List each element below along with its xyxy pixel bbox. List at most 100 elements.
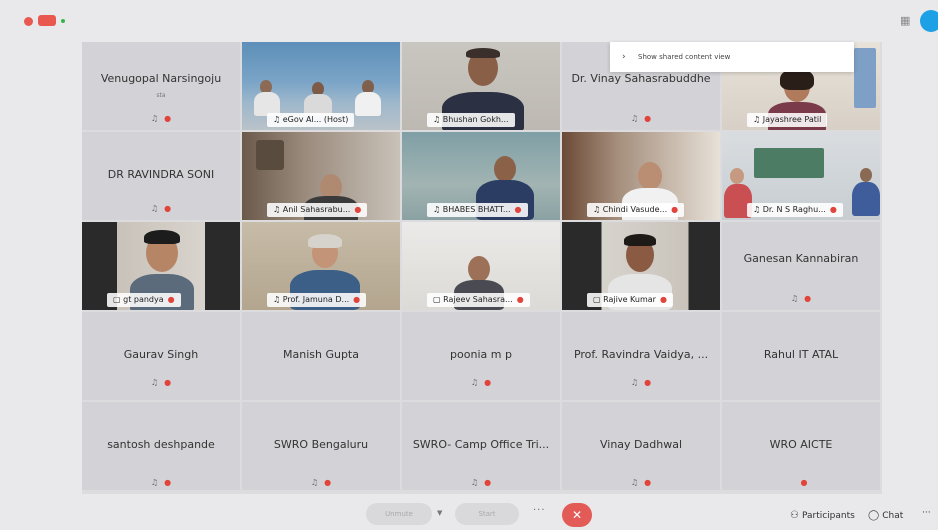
close-icon: ✕ — [571, 508, 583, 522]
participant-tile-ravindra-vaidya[interactable]: Prof. Ravindra Vaidya, ... ♫ ● — [562, 312, 720, 400]
audio-icon: ♫ — [273, 295, 281, 304]
more-options-button[interactable]: ··· — [533, 505, 546, 516]
mic-muted-icon: ● — [353, 295, 361, 304]
mic-muted-icon: ● — [644, 378, 652, 387]
audio-icon: ♫ — [630, 478, 639, 487]
audio-icon: ♫ — [470, 378, 479, 387]
audio-icon: ♫ — [310, 478, 319, 487]
participant-tile-venugopal[interactable]: Venugopal Narsingoju sta ♫ ● — [82, 42, 240, 130]
tile-status-icons: ♫ ● — [722, 294, 880, 303]
start-video-button[interactable]: Start — [455, 503, 519, 525]
layout-button[interactable] — [920, 10, 938, 32]
participant-label: ▢ gt pandya ● — [107, 293, 181, 307]
mic-muted-icon: ● — [324, 478, 332, 487]
participant-tile-swro-bengaluru[interactable]: SWRO Bengaluru ♫ ● — [242, 402, 400, 490]
audio-icon: ♫ — [470, 478, 479, 487]
shared-content-text: Show shared content view — [638, 53, 731, 61]
participant-name: WRO AICTE — [769, 438, 833, 451]
participants-button[interactable]: ⚇ Participants — [790, 510, 855, 521]
participant-name: Manish Gupta — [283, 348, 359, 361]
connection-status-icon — [61, 19, 65, 23]
audio-icon: ♫ — [753, 115, 761, 124]
participant-tile-egov[interactable]: ♫ eGov Al... (Host) — [242, 42, 400, 130]
tile-status-icons: ♫ ● — [82, 114, 240, 123]
participant-tile-ravindra-soni[interactable]: DR RAVINDRA SONI ♫ ● — [82, 132, 240, 220]
participant-name: SWRO Bengaluru — [273, 438, 369, 451]
participant-tile-rajeev[interactable]: ▢ Rajeev Sahasra... ● — [402, 222, 560, 310]
end-call-button[interactable]: ✕ — [562, 503, 592, 527]
participant-tile-wro-aicte[interactable]: WRO AICTE ● — [722, 402, 880, 490]
mic-muted-icon: ● — [164, 378, 172, 387]
participant-tile-gt-pandya[interactable]: ▢ gt pandya ● — [82, 222, 240, 310]
mute-button[interactable]: Unmute — [366, 503, 432, 525]
recording-badge[interactable] — [38, 15, 56, 26]
grid-icon[interactable]: ▦ — [900, 15, 912, 27]
mic-muted-icon: ● — [804, 294, 812, 303]
mic-muted-icon: ● — [484, 478, 492, 487]
mute-label: Unmute — [385, 510, 413, 518]
participant-tile-rahul[interactable]: Rahul IT ATAL — [722, 312, 880, 400]
audio-icon: ♫ — [433, 205, 441, 214]
participant-tile-swro-camp[interactable]: SWRO- Camp Office Tri... ♫ ● — [402, 402, 560, 490]
participant-label: ▢ Rajeev Sahasra... ● — [427, 293, 530, 307]
participant-tile-vinay-dadhwal[interactable]: Vinay Dadhwal ♫ ● — [562, 402, 720, 490]
participant-name: Rahul IT ATAL — [763, 348, 839, 361]
audio-icon: ♫ — [150, 378, 159, 387]
participant-tile-gaurav[interactable]: Gaurav Singh ♫ ● — [82, 312, 240, 400]
mic-muted-icon: ● — [164, 114, 172, 123]
mic-muted-icon: ● — [354, 205, 362, 214]
mic-muted-icon: ● — [167, 295, 175, 304]
audio-icon: ♫ — [150, 114, 159, 123]
participant-name: DR RAVINDRA SONI — [107, 168, 215, 181]
tile-status-icons: ♫ ● — [562, 478, 720, 487]
audio-icon: ♫ — [273, 115, 281, 124]
video-grid: Venugopal Narsingoju sta ♫ ● ♫ eGov Al...… — [82, 42, 882, 494]
chevron-down-icon[interactable]: ▼ — [437, 509, 442, 517]
participant-label: ♫ Jayashree Patil — [747, 113, 828, 127]
chevron-right-icon: › — [622, 52, 626, 62]
tile-status-icons: ♫ ● — [82, 478, 240, 487]
participant-tile-ganesan[interactable]: Ganesan Kannabiran ♫ ● — [722, 222, 880, 310]
participant-label: ♫ Anil Sahasrabu... ● — [267, 203, 368, 217]
participant-label: ♫ Chindi Vasude... ● — [587, 203, 685, 217]
mic-muted-icon: ● — [514, 205, 522, 214]
participant-tile-anil[interactable]: ♫ Anil Sahasrabu... ● — [242, 132, 400, 220]
participant-label: ♫ Dr. N S Raghu... ● — [747, 203, 843, 217]
shared-content-banner[interactable]: › Show shared content view — [610, 42, 854, 72]
mic-muted-icon: ● — [800, 478, 808, 487]
audio-icon: ♫ — [273, 205, 281, 214]
participant-name: Vinay Dadhwal — [599, 438, 683, 451]
participant-tile-jamuna[interactable]: ♫ Prof. Jamuna D... ● — [242, 222, 400, 310]
participant-label: ♫ eGov Al... (Host) — [267, 113, 355, 127]
participant-name: Venugopal Narsingoju — [100, 72, 222, 85]
audio-icon: ♫ — [150, 204, 159, 213]
participant-tile-raghu[interactable]: ♫ Dr. N S Raghu... ● — [722, 132, 880, 220]
tile-status-icons: ♫ ● — [82, 204, 240, 213]
tile-status-icons: ♫ ● — [82, 378, 240, 387]
participant-tile-bhabes[interactable]: ♫ BHABES BHATT... ● — [402, 132, 560, 220]
close-window-icon[interactable] — [24, 17, 33, 26]
mic-muted-icon: ● — [484, 378, 492, 387]
participant-tile-poonia[interactable]: poonia m p ♫ ● — [402, 312, 560, 400]
participant-tile-santosh[interactable]: santosh deshpande ♫ ● — [82, 402, 240, 490]
participant-tile-bhushan[interactable]: ♫ Bhushan Gokh... — [402, 42, 560, 130]
participant-name: Ganesan Kannabiran — [743, 252, 859, 265]
mic-muted-icon: ● — [644, 114, 652, 123]
participant-label: ♫ Prof. Jamuna D... ● — [267, 293, 367, 307]
chat-button[interactable]: ◯ Chat — [868, 510, 903, 521]
participant-tile-rajive[interactable]: ▢ Rajive Kumar ● — [562, 222, 720, 310]
top-bar: ▦ — [0, 0, 938, 40]
participant-name: poonia m p — [450, 348, 512, 361]
participant-name: Dr. Vinay Sahasrabuddhe — [571, 72, 711, 85]
participant-name: SWRO- Camp Office Tri... — [412, 438, 550, 451]
participant-tile-chindi[interactable]: ♫ Chindi Vasude... ● — [562, 132, 720, 220]
participant-tile-manish[interactable]: Manish Gupta — [242, 312, 400, 400]
video-off-icon: ▢ — [433, 295, 441, 304]
participant-subtext: sta — [156, 92, 166, 99]
audio-icon: ♫ — [753, 205, 761, 214]
mic-muted-icon: ● — [829, 205, 837, 214]
audio-icon: ♫ — [630, 114, 639, 123]
overflow-menu-button[interactable]: ··· — [922, 508, 931, 518]
tile-status-icons: ♫ ● — [402, 478, 560, 487]
participant-name: santosh deshpande — [107, 438, 215, 451]
